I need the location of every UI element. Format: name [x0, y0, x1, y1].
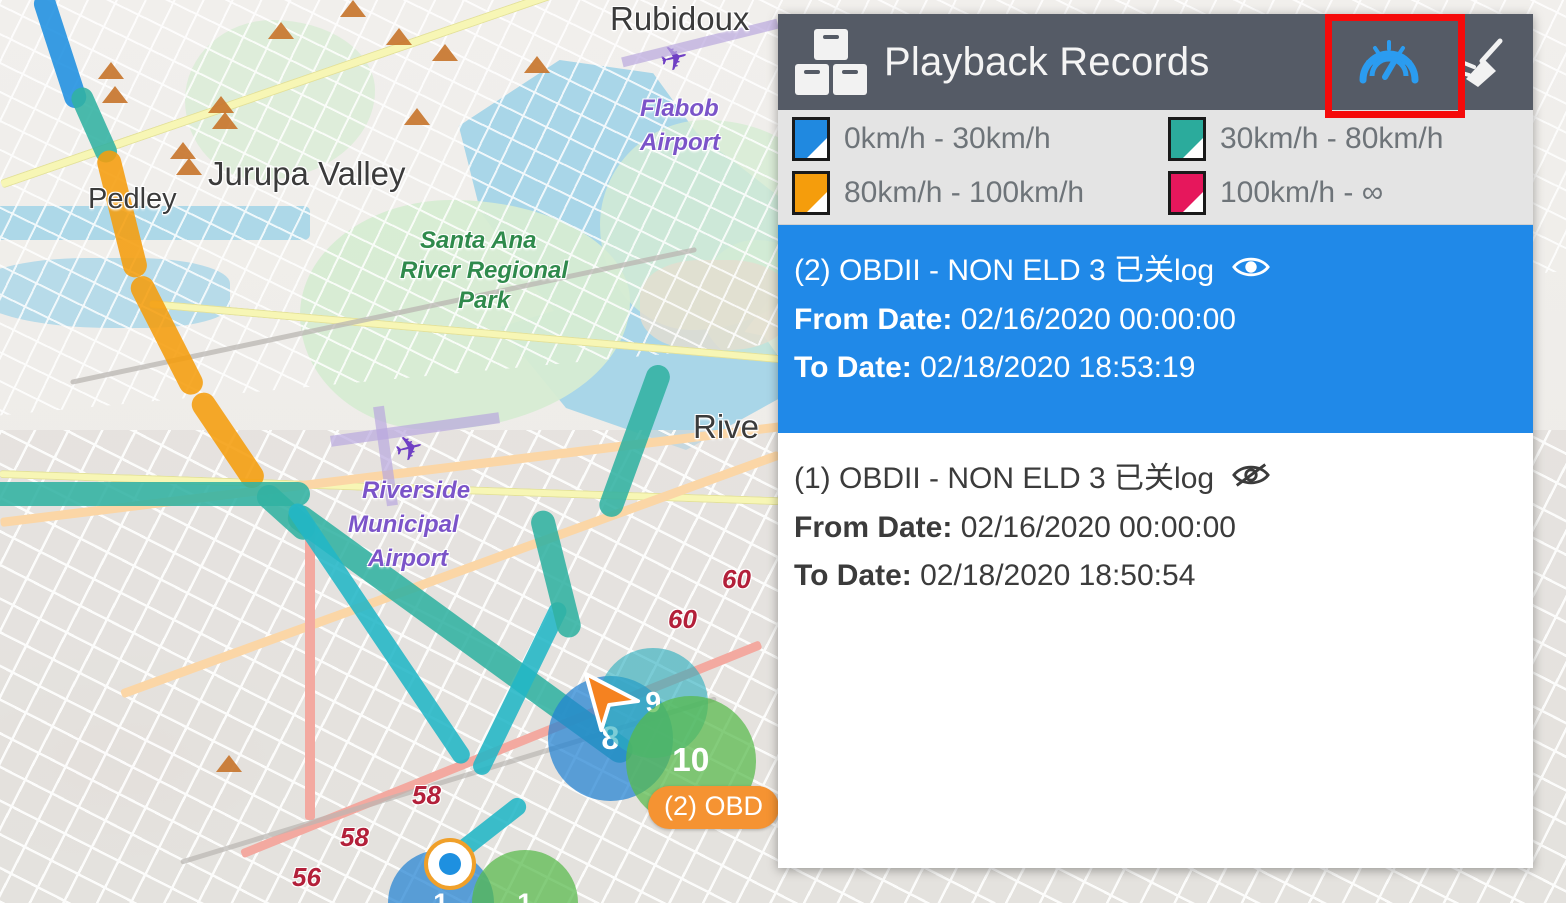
mountain-icon	[216, 755, 242, 772]
route-start-pin[interactable]	[424, 838, 476, 890]
mountain-icon	[404, 108, 430, 125]
legend-label: 100km/h - ∞	[1220, 176, 1384, 209]
eye-off-icon[interactable]	[1232, 462, 1270, 488]
record-item[interactable]: (1) OBDII - NON ELD 3 已关log From Date: 0…	[778, 433, 1533, 613]
highway-shield: 58	[412, 780, 441, 810]
legend-label: 30km/h - 80km/h	[1220, 122, 1444, 155]
mountain-icon	[102, 86, 128, 103]
records-list[interactable]: (2) OBDII - NON ELD 3 已关log From Date: 0…	[778, 225, 1533, 868]
map-arterial-red-1	[305, 520, 315, 820]
panel-header: Playback Records	[778, 14, 1533, 110]
speed-legend: 0km/h - 30km/h 30km/h - 80km/h 80km/h - 10…	[778, 110, 1533, 225]
mountain-icon	[340, 0, 366, 17]
legend-swatch	[1168, 117, 1206, 161]
page-title: Playback Records	[884, 39, 1210, 84]
highway-shield: 58	[340, 822, 369, 852]
eye-icon[interactable]	[1232, 254, 1270, 280]
pin-dot	[439, 853, 461, 875]
record-to-date: To Date: 02/18/2020 18:53:19	[794, 351, 1196, 384]
vehicle-arrow-icon[interactable]	[580, 672, 642, 734]
mountain-icon	[212, 112, 238, 129]
mountain-icon	[268, 22, 294, 39]
broom-icon[interactable]	[1437, 14, 1533, 114]
record-title-text: (1) OBDII - NON ELD 3 已关log	[794, 462, 1215, 495]
legend-item: 100km/h - ∞	[1168, 171, 1533, 215]
mountain-icon	[524, 56, 550, 73]
track-segment-teal	[0, 482, 310, 506]
mountain-icon	[98, 62, 124, 79]
legend-item: 0km/h - 30km/h	[792, 117, 1168, 161]
legend-label: 0km/h - 30km/h	[844, 122, 1051, 155]
mountain-icon	[432, 44, 458, 61]
mountain-icon	[386, 28, 412, 45]
legend-swatch	[792, 117, 830, 161]
legend-item: 30km/h - 80km/h	[1168, 117, 1533, 161]
mountain-icon	[208, 96, 234, 113]
screen: ✈ ✈ Rubidoux Jurupa Valley Pedley Rive Flabo…	[0, 0, 1566, 903]
record-title-text: (2) OBDII - NON ELD 3 已关log	[794, 254, 1215, 287]
mountain-icon	[176, 158, 202, 175]
legend-swatch	[792, 171, 830, 215]
stacked-boxes-icon	[792, 27, 870, 97]
record-from-date: From Date: 02/16/2020 00:00:00	[794, 511, 1236, 544]
legend-item: 80km/h - 100km/h	[792, 171, 1168, 215]
highway-shield: 56	[292, 862, 321, 892]
record-from-date: From Date: 02/16/2020 00:00:00	[794, 303, 1236, 336]
record-title: (1) OBDII - NON ELD 3 已关log	[794, 447, 1533, 499]
legend-label: 80km/h - 100km/h	[844, 176, 1085, 209]
legend-swatch	[1168, 171, 1206, 215]
route-name-label[interactable]: (2) OBD	[648, 786, 780, 829]
highway-shield: 60	[668, 604, 697, 634]
highway-shield: 60	[722, 564, 751, 594]
playback-records-panel: Playback Records 0km/h - 30km/h 30km/h -…	[778, 14, 1533, 868]
record-to-date: To Date: 02/18/2020 18:50:54	[794, 559, 1196, 592]
mountain-icon	[170, 142, 196, 159]
record-title: (2) OBDII - NON ELD 3 已关log	[794, 239, 1533, 291]
speedometer-icon[interactable]	[1341, 14, 1437, 114]
record-item[interactable]: (2) OBDII - NON ELD 3 已关log From Date: 0…	[778, 225, 1533, 433]
